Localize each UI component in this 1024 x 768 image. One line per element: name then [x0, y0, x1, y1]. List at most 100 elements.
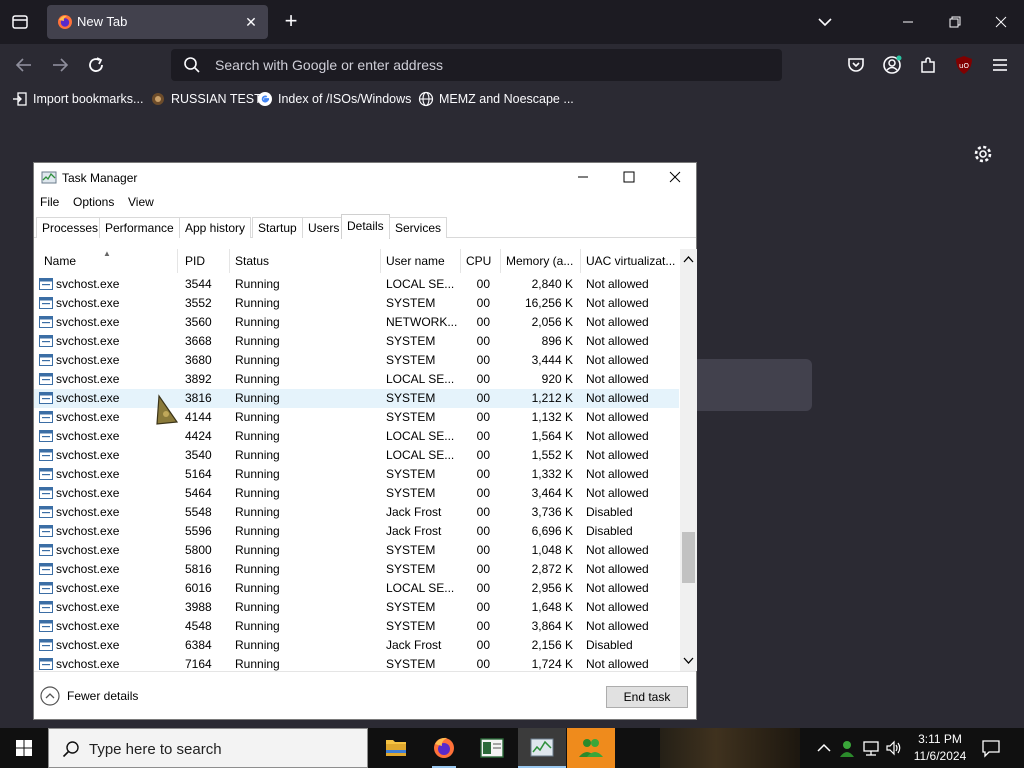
table-row[interactable]: svchost.exe 4548 Running SYSTEM 00 3,864 K Not… — [34, 617, 679, 636]
app-menu-button[interactable] — [988, 53, 1012, 77]
cell-name: svchost.exe — [56, 543, 120, 557]
table-row[interactable]: svchost.exe 4144 Running SYSTEM 00 1,132 K Not… — [34, 408, 679, 427]
taskbar-search-box[interactable] — [48, 728, 368, 768]
back-button[interactable] — [12, 53, 36, 77]
table-row[interactable]: svchost.exe 6384 Running Jack Frost 00 2,156 … — [34, 636, 679, 655]
column-name[interactable]: Name — [39, 249, 178, 273]
firefox-view-icon — [12, 15, 28, 29]
cell-cpu: 00 — [476, 524, 490, 538]
menu-options[interactable]: Options — [73, 195, 114, 209]
tm-close-button[interactable] — [652, 163, 698, 192]
table-row[interactable]: svchost.exe 5164 Running SYSTEM 00 1,332 K Not… — [34, 465, 679, 484]
tab-close-icon[interactable]: ✕ — [242, 13, 260, 31]
ublock-origin-button[interactable]: uO — [952, 53, 976, 77]
table-row[interactable]: svchost.exe 3816 Running SYSTEM 00 1,212 K Not… — [34, 389, 679, 408]
tray-network[interactable] — [861, 738, 881, 758]
table-row[interactable]: svchost.exe 5816 Running SYSTEM 00 2,872 K Not… — [34, 560, 679, 579]
action-center-button[interactable] — [980, 737, 1002, 759]
tab-performance[interactable]: Performance — [99, 217, 180, 238]
table-row[interactable]: svchost.exe 5800 Running SYSTEM 00 1,048 K Not… — [34, 541, 679, 560]
table-row[interactable]: svchost.exe 5548 Running Jack Frost 00 3,736 … — [34, 503, 679, 522]
scroll-up-icon[interactable] — [680, 251, 697, 267]
tab-users[interactable]: Users — [302, 217, 346, 238]
table-row[interactable]: svchost.exe 3544 Running LOCAL SE... 00 2,840… — [34, 275, 679, 294]
taskbar-flashing-app[interactable] — [567, 728, 615, 768]
show-hidden-icons-button[interactable] — [814, 738, 834, 758]
table-row[interactable]: svchost.exe 3892 Running LOCAL SE... 00 920 K… — [34, 370, 679, 389]
browser-close-button[interactable] — [986, 8, 1016, 36]
table-row[interactable]: svchost.exe 4424 Running LOCAL SE... 00 1,564… — [34, 427, 679, 446]
cell-status: Running — [235, 391, 280, 405]
start-button[interactable] — [0, 728, 48, 768]
browser-minimize-button[interactable] — [893, 8, 923, 36]
address-input[interactable] — [215, 53, 755, 77]
taskbar-task-manager[interactable] — [518, 728, 566, 768]
tab-startup[interactable]: Startup — [252, 217, 303, 238]
fewer-details-button[interactable]: Fewer details — [40, 686, 138, 706]
bookmark-isos-windows[interactable]: Index of /ISOs/Windows — [257, 90, 411, 108]
reload-button[interactable] — [84, 53, 108, 77]
user-icon — [840, 741, 854, 757]
bookmark-memz-noescape[interactable]: MEMZ and Noescape ... — [418, 90, 574, 108]
bookmark-import[interactable]: Import bookmarks... — [12, 90, 143, 108]
column-memory[interactable]: Memory (a... — [501, 249, 581, 273]
column-user-name[interactable]: User name — [381, 249, 461, 273]
cell-uac: Not allowed — [586, 619, 649, 633]
table-row[interactable]: svchost.exe 3680 Running SYSTEM 00 3,444 K Not… — [34, 351, 679, 370]
new-tab-button[interactable]: + — [280, 10, 302, 32]
table-row[interactable]: svchost.exe 5596 Running Jack Frost 00 6,696 … — [34, 522, 679, 541]
cell-mem: 920 K — [541, 372, 573, 386]
process-list-scrollbar[interactable] — [680, 249, 697, 671]
taskbar-search-input[interactable] — [89, 737, 359, 761]
tab-services[interactable]: Services — [389, 217, 448, 238]
menu-view[interactable]: View — [128, 195, 154, 209]
scrollbar-thumb[interactable] — [682, 532, 695, 583]
tab-details[interactable]: Details — [341, 214, 390, 239]
firefox-view-button[interactable] — [8, 10, 32, 34]
menu-file[interactable]: File — [40, 195, 59, 209]
taskbar-app-window[interactable] — [468, 728, 516, 768]
cell-name: svchost.exe — [56, 486, 120, 500]
tab-processes[interactable]: Processes — [36, 217, 105, 238]
taskbar-file-explorer[interactable] — [372, 728, 420, 768]
column-status[interactable]: Status — [230, 249, 381, 273]
list-all-tabs-button[interactable] — [815, 12, 835, 32]
cell-cpu: 00 — [476, 543, 490, 557]
import-icon — [13, 92, 27, 106]
cell-cpu: 00 — [476, 467, 490, 481]
cell-name: svchost.exe — [56, 467, 120, 481]
extensions-button[interactable] — [916, 53, 940, 77]
address-bar[interactable] — [171, 49, 782, 81]
tray-volume[interactable] — [884, 738, 904, 758]
pocket-button[interactable] — [844, 53, 868, 77]
cell-pid: 4424 — [185, 429, 212, 443]
column-cpu[interactable]: CPU — [461, 249, 501, 273]
task-manager-titlebar[interactable]: Task Manager — [34, 163, 696, 192]
taskbar-clock[interactable]: 3:11 PM 11/6/2024 — [905, 731, 975, 765]
tab-new-tab[interactable]: New Tab ✕ — [47, 5, 268, 39]
end-task-button[interactable]: End task — [606, 686, 688, 708]
table-row[interactable]: svchost.exe 3668 Running SYSTEM 00 896 K Not a… — [34, 332, 679, 351]
tm-minimize-button[interactable] — [560, 163, 606, 192]
account-button[interactable] — [880, 53, 904, 77]
taskbar-firefox[interactable] — [420, 728, 468, 768]
table-row[interactable]: svchost.exe 3560 Running NETWORK... 00 2,056 … — [34, 313, 679, 332]
cell-pid: 3560 — [185, 315, 212, 329]
table-row[interactable]: svchost.exe 3988 Running SYSTEM 00 1,648 K Not… — [34, 598, 679, 617]
column-uac-virtualization[interactable]: UAC virtualizat... — [581, 249, 679, 273]
table-row[interactable]: svchost.exe 5464 Running SYSTEM 00 3,464 K Not… — [34, 484, 679, 503]
bookmark-russian-test[interactable]: RUSSIAN TEST — [150, 90, 262, 108]
table-row[interactable]: svchost.exe 3552 Running SYSTEM 00 16,256 K No… — [34, 294, 679, 313]
cell-pid: 3668 — [185, 334, 212, 348]
table-row[interactable]: svchost.exe 3540 Running LOCAL SE... 00 1,552… — [34, 446, 679, 465]
newtab-settings-button[interactable] — [972, 143, 994, 165]
table-row[interactable]: svchost.exe 6016 Running LOCAL SE... 00 2,956… — [34, 579, 679, 598]
column-pid[interactable]: PID — [180, 249, 230, 273]
forward-button[interactable] — [48, 53, 72, 77]
browser-restore-button[interactable] — [940, 8, 970, 36]
tray-user-app[interactable] — [837, 738, 857, 758]
table-row[interactable]: svchost.exe 7164 Running SYSTEM 00 1,724 K Not… — [34, 655, 679, 671]
scroll-down-icon[interactable] — [680, 653, 697, 669]
tab-app-history[interactable]: App history — [179, 217, 252, 238]
tm-maximize-button[interactable] — [606, 163, 652, 192]
